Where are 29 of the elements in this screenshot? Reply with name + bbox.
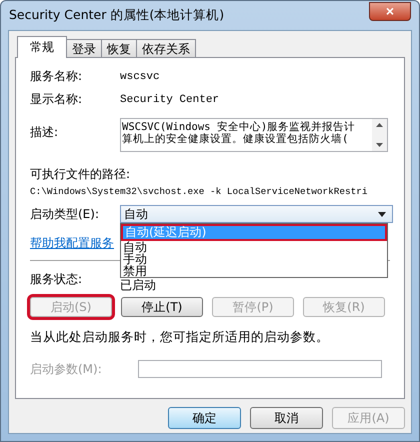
hint-text: 当从此处启动服务时，您可指定所适用的启动参数。	[30, 329, 330, 346]
field-label: 描述:	[30, 124, 60, 141]
field-label: 服务状态:	[30, 271, 84, 288]
dialog-button[interactable]: 确定	[168, 407, 241, 429]
window-title: Security Center 的属性(本地计算机)	[9, 7, 224, 24]
dropdown-option[interactable]: 手动	[121, 253, 387, 265]
tab[interactable]: 依存关系	[136, 39, 196, 58]
dropdown-option[interactable]: 自动	[121, 241, 387, 253]
dropdown-option[interactable]: 禁用	[121, 265, 387, 277]
display-name: Security Center	[120, 94, 220, 106]
dialog-button[interactable]: 取消	[250, 407, 323, 429]
service-status: 已启动	[120, 277, 156, 294]
tab[interactable]: 常规	[17, 36, 67, 58]
field-label: 显示名称:	[30, 91, 84, 108]
field-label: 服务名称:	[30, 68, 84, 85]
service-name: wscsvc	[120, 70, 160, 82]
scrollbar[interactable]	[372, 119, 387, 151]
field-label: 启动参数(M):	[30, 360, 103, 378]
scroll-up-icon[interactable]	[376, 123, 383, 127]
path-label: 可执行文件的路径:	[30, 166, 132, 183]
caret-icon	[378, 212, 386, 216]
field-label: 启动类型(E):	[30, 206, 100, 222]
description-box[interactable]: WSCSVC(Windows 安全中心)服务监视并报告计 算机上的安全健康设置。健康设置包括防火墙(	[120, 118, 388, 152]
executable-path: C:\Windows\System32\svchost.exe -k LocalServiceNetworkRestri	[30, 186, 369, 197]
scroll-down-icon[interactable]	[376, 143, 383, 147]
startup-type-dropdown[interactable]: 自动	[120, 205, 393, 223]
service-button[interactable]: 停止(T)	[121, 297, 203, 317]
help-link[interactable]: 帮助我配置服务	[30, 235, 114, 252]
tab[interactable]: 恢复	[101, 39, 137, 58]
